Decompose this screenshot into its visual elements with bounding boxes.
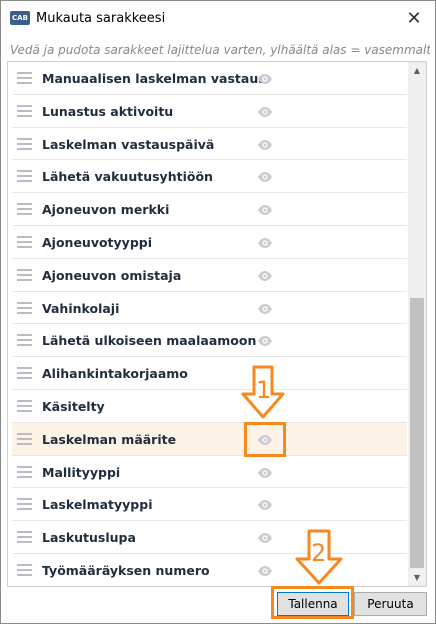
drag-handle-icon[interactable] [17,563,32,576]
instruction-text: Vedä ja pudota sarakkeet lajittelua vart… [10,43,430,57]
eye-icon[interactable] [257,105,273,117]
eye-icon[interactable] [257,170,273,183]
list-item[interactable]: Vahinkolaji [12,292,407,325]
scrollbar-thumb[interactable] [410,298,424,568]
list-item[interactable]: Laskutuslupa [12,521,407,554]
list-item[interactable]: Ajoneuvotyyppi [12,226,407,259]
annotation-box-step-2 [271,586,354,619]
list-item[interactable]: Laskelman vastauspäivä [12,128,407,161]
list-item[interactable]: Alihankintakorjaamo [12,357,407,390]
list-item[interactable]: Ajoneuvon merkki [12,193,407,226]
drag-handle-icon[interactable] [17,104,32,117]
column-label: Laskelmatyyppi [42,497,153,513]
drag-handle-icon[interactable] [17,203,32,216]
column-label: Lunastus aktivoitu [42,103,174,119]
eye-icon[interactable] [257,72,273,84]
column-list-frame: Manuaalisen laskelman vastaus Lunastus ak… [7,61,427,587]
column-label: Manuaalisen laskelman vastaus [42,71,266,86]
drag-handle-icon[interactable] [17,137,32,150]
cancel-button[interactable]: Peruuta [354,592,427,616]
eye-icon[interactable] [257,498,273,511]
column-label: Lähetä ulkoiseen maalaamoon [42,333,257,349]
eye-icon[interactable] [257,236,273,248]
column-label: Lähetä vakuutusyhtiöön [42,169,213,185]
list-item[interactable]: Käsitelty [12,390,407,423]
column-label: Laskelman määrite [42,431,177,447]
drag-handle-icon[interactable] [17,531,32,544]
column-label: Ajoneuvon omistaja [42,267,182,283]
scroll-down-icon[interactable]: ▼ [408,569,426,586]
column-label: Käsitelty [42,398,105,414]
list-item[interactable]: Lähetä ulkoiseen maalaamoon [12,324,407,358]
drag-handle-icon[interactable] [17,72,32,84]
drag-handle-icon[interactable] [17,334,32,347]
drag-handle-icon[interactable] [17,367,32,380]
app-logo-icon: CAB [10,11,30,25]
drag-handle-icon[interactable] [17,465,32,478]
column-list: Manuaalisen laskelman vastaus Lunastus ak… [8,62,410,586]
eye-icon[interactable] [257,564,273,576]
drag-handle-icon[interactable] [17,301,32,314]
customize-columns-dialog: CAB Mukauta sarakkeesi ✕ Vedä ja pudota … [0,0,436,624]
column-label: Ajoneuvotyyppi [42,234,153,250]
drag-handle-icon[interactable] [17,235,32,248]
column-label: Alihankintakorjaamo [42,366,188,382]
list-item[interactable]: Lunastus aktivoitu [12,95,407,128]
annotation-number-2: 2 [311,539,327,567]
list-item[interactable]: Laskelmatyyppi [12,488,407,522]
drag-handle-icon[interactable] [17,268,32,281]
eye-icon[interactable] [257,138,273,150]
list-item[interactable]: Työmääräyksen numero [12,554,407,586]
eye-icon[interactable] [257,531,273,544]
eye-icon[interactable] [257,203,273,216]
annotation-box-step-1 [244,422,286,457]
drag-handle-icon[interactable] [17,432,32,445]
list-item[interactable]: Laskelman määrite [12,422,407,456]
column-label: Mallityyppi [42,464,121,480]
vertical-scrollbar[interactable]: ▲ ▼ [408,62,426,586]
title-bar: CAB Mukauta sarakkeesi ✕ [1,1,435,37]
eye-icon[interactable] [257,466,273,478]
list-item[interactable]: Lähetä vakuutusyhtiöön [12,160,407,194]
scroll-up-icon[interactable]: ▲ [408,62,426,79]
dialog-title: Mukauta sarakkeesi [36,11,166,26]
drag-handle-icon[interactable] [17,170,32,183]
drag-handle-icon[interactable] [17,498,32,511]
column-label: Laskutuslupa [42,530,136,546]
column-label: Työmääräyksen numero [42,562,210,578]
eye-icon[interactable] [257,302,273,314]
close-button[interactable]: ✕ [399,4,429,34]
eye-icon[interactable] [257,334,273,347]
list-item[interactable]: Ajoneuvon omistaja [12,259,407,292]
eye-icon[interactable] [257,269,273,281]
drag-handle-icon[interactable] [17,399,32,412]
column-label: Laskelman vastauspäivä [42,136,215,152]
column-label: Ajoneuvon merkki [42,202,170,218]
list-item[interactable]: Mallityyppi [12,456,407,489]
column-label: Vahinkolaji [42,300,120,316]
list-item[interactable]: Manuaalisen laskelman vastaus [12,62,407,95]
annotation-number-1: 1 [256,376,272,404]
